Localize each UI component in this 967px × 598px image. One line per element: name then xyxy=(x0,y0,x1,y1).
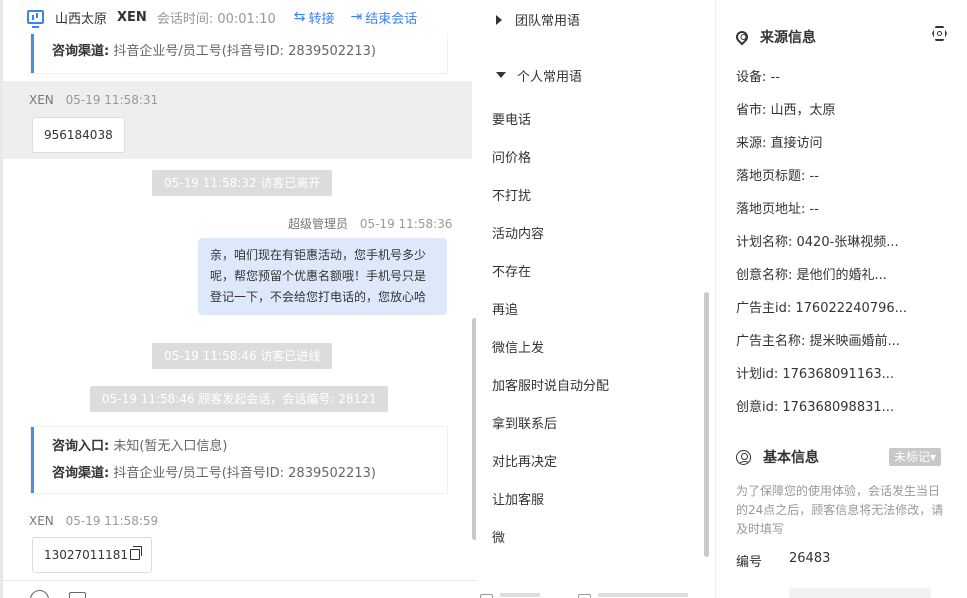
option-label xyxy=(598,593,688,597)
transfer-label: 转接 xyxy=(308,11,335,27)
option-label xyxy=(500,593,540,597)
chat-toolbar xyxy=(3,580,476,598)
sender-name: XEN xyxy=(29,514,54,528)
info-plan-name: 计划名称: 0420-张琳视频... xyxy=(736,235,899,250)
info-plan-id: 计划id: 176368091163... xyxy=(736,367,895,382)
user-icon xyxy=(736,449,751,465)
section-title: 来源信息 xyxy=(760,30,816,46)
group-personal-phrases[interactable]: 个人常用语 xyxy=(496,64,696,86)
phrase-item[interactable]: 不打扰 xyxy=(492,187,531,207)
message-time: 05-19 11:58:36 xyxy=(359,217,453,231)
message-meta: XEN 05-19 11:58:59 xyxy=(29,514,158,528)
edit-notice: 为了保障您的使用体验，会话发生当日的24点之后，顾客信息将无法修改，请及时填写 xyxy=(736,484,944,536)
caret-right-icon xyxy=(496,14,502,25)
id-value: 26483 xyxy=(789,551,831,566)
message-text: 13027011181 xyxy=(44,548,128,562)
tag-select[interactable]: 未标记▾ xyxy=(889,448,942,466)
visitor-message[interactable]: 956184038 xyxy=(32,117,125,153)
info-province-city: 省市: 山西，太原 xyxy=(736,103,836,118)
exit-icon: ⇥ xyxy=(350,9,363,25)
settings-icon-center xyxy=(937,31,942,36)
message-meta: XEN 05-19 11:58:31 xyxy=(29,93,158,107)
emoji-icon[interactable] xyxy=(30,590,49,598)
phrase-item[interactable]: 让加客服 xyxy=(492,491,544,511)
phrase-item[interactable]: 微 xyxy=(492,529,505,549)
chat-header: 山西太原 XEN 会话时间: 00:01:10 ⇆ 转接 ⇥ 结束会话 xyxy=(3,0,473,34)
message-meta: 超级管理员 05-19 11:58:36 xyxy=(288,215,452,232)
quick-phrases-panel: 团队常用语 个人常用语 要电话 问价格 不打扰 活动内容 不存在 再追 微信上发… xyxy=(476,0,716,598)
phrases-footer xyxy=(476,582,715,598)
source-info-title: 来源信息 xyxy=(733,27,816,47)
group-team-phrases[interactable]: 团队常用语 xyxy=(496,10,580,29)
channel-label: 咨询渠道: xyxy=(52,466,110,481)
phrase-item[interactable]: 再追 xyxy=(492,301,518,321)
chat-panel: 咨询渠道: 抖音企业号/员工号(抖音号ID: 2839502213) XEN 0… xyxy=(0,0,476,598)
system-message: 05-19 11:58:46 访客已进线 xyxy=(152,343,333,369)
message-time: 05-19 11:58:59 xyxy=(65,514,159,528)
entry-label: 咨询入口: xyxy=(52,439,110,454)
checkbox[interactable] xyxy=(578,594,591,598)
phrases-scrollbar[interactable] xyxy=(704,292,709,557)
phrase-item[interactable]: 不存在 xyxy=(492,263,531,283)
session-time-label: 会话时间: xyxy=(156,11,214,27)
info-advertiser-id: 广告主id: 176022240796... xyxy=(736,301,908,316)
channel-label: 咨询渠道: xyxy=(52,44,110,59)
phrase-item[interactable]: 要电话 xyxy=(492,111,531,131)
consult-info-card-bottom: 咨询入口: 未知(暂无入口信息) 咨询渠道: 抖音企业号/员工号(抖音号ID: … xyxy=(31,427,447,493)
session-time: 会话时间: 00:01:10 xyxy=(157,8,276,27)
end-session-label: 结束会话 xyxy=(365,11,418,27)
phrase-item[interactable]: 拿到联系后 xyxy=(492,415,557,435)
session-time-value: 00:01:10 xyxy=(217,11,276,27)
visitor-location: 山西太原 xyxy=(55,11,108,27)
group-label: 团队常用语 xyxy=(515,14,581,29)
message-time: 05-19 11:58:31 xyxy=(65,93,159,107)
channel-value: 抖音企业号/员工号(抖音号ID: 2839502213) xyxy=(113,466,376,481)
sender-name: 超级管理员 xyxy=(288,217,349,231)
sender-name: XEN xyxy=(29,93,54,107)
image-icon[interactable] xyxy=(69,592,86,598)
info-device: 设备: -- xyxy=(736,70,780,85)
monitor-icon xyxy=(27,10,44,28)
phrase-item[interactable]: 微信上发 xyxy=(492,339,544,359)
transfer-button[interactable]: ⇆ 转接 xyxy=(294,8,335,27)
location-pin-icon xyxy=(733,28,751,46)
transfer-icon: ⇆ xyxy=(293,9,306,25)
phrase-item[interactable]: 问价格 xyxy=(492,149,531,169)
visitor-name: XEN xyxy=(117,9,147,25)
copy-icon[interactable] xyxy=(129,546,142,560)
phrase-item[interactable]: 活动内容 xyxy=(492,225,544,245)
agent-message[interactable]: 亲，咱们现在有钜惠活动，您手机号多少呢，帮您预留个优惠名额哦！手机号只是登记一下… xyxy=(198,238,447,315)
id-label: 编号 xyxy=(736,555,763,570)
info-landing-title: 落地页标题: -- xyxy=(736,169,819,184)
visitor-message[interactable]: 13027011181 xyxy=(32,537,152,573)
checkbox[interactable] xyxy=(480,594,493,598)
info-creative-name: 创意名称: 是他们的婚礼... xyxy=(736,268,887,283)
end-session-button[interactable]: ⇥ 结束会话 xyxy=(350,8,417,27)
info-source: 来源: 直接访问 xyxy=(736,136,823,151)
phrase-item[interactable]: 对比再决定 xyxy=(492,453,557,473)
channel-value: 抖音企业号/员工号(抖音号ID: 2839502213) xyxy=(113,44,376,59)
info-input-field[interactable] xyxy=(789,588,931,598)
phrase-item[interactable]: 加客服时说自动分配 xyxy=(492,377,609,397)
basic-info-title: 基本信息 xyxy=(736,447,819,467)
caret-down-icon xyxy=(496,72,506,78)
info-landing-url: 落地页地址: -- xyxy=(736,202,819,217)
info-advertiser-name: 广告主名称: 提米映画婚前... xyxy=(736,334,900,349)
group-label: 个人常用语 xyxy=(517,69,583,85)
info-creative-id: 创意id: 176368098831... xyxy=(736,400,895,415)
system-message: 05-19 11:58:32 访客已离开 xyxy=(152,170,333,196)
section-title: 基本信息 xyxy=(763,450,819,466)
consult-info-card-top: 咨询渠道: 抖音企业号/员工号(抖音号ID: 2839502213) xyxy=(31,31,447,73)
visitor-info-panel: 来源信息 设备: -- 省市: 山西，太原 来源: 直接访问 落地页标题: --… xyxy=(716,0,967,598)
system-message: 05-19 11:58:46 顾客发起会话，会话编号: 28121 xyxy=(90,386,389,412)
entry-value: 未知(暂无入口信息) xyxy=(113,439,228,454)
